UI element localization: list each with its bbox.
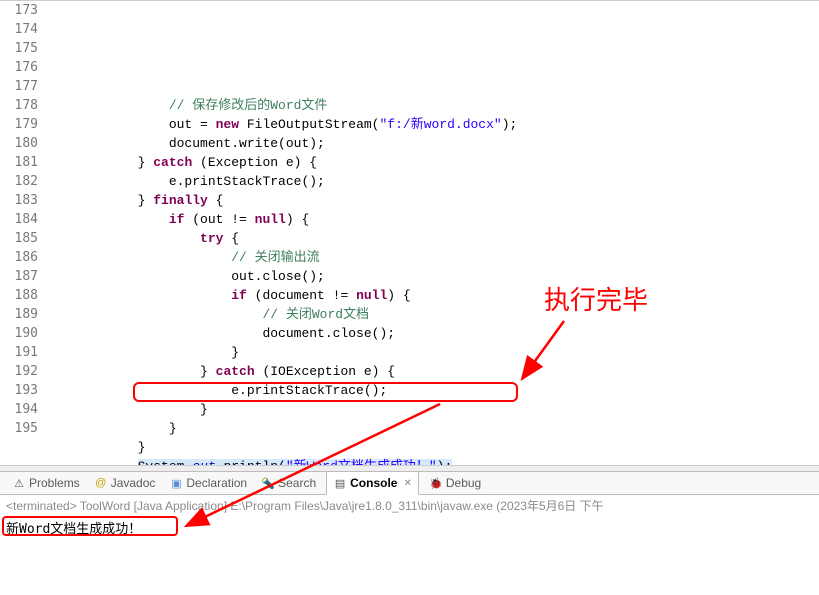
line-number: 193 <box>0 381 38 400</box>
debug-icon: 🐞 <box>429 476 443 490</box>
line-number: 174 <box>0 20 38 39</box>
code-line: if (document != null) { <box>44 286 819 305</box>
bottom-tabs-bar: ⚠ Problems @ Javadoc ▣ Declaration 🔦 Sea… <box>0 471 819 495</box>
line-number: 177 <box>0 77 38 96</box>
code-line: // 保存修改后的Word文件 <box>44 96 819 115</box>
line-number: 179 <box>0 115 38 134</box>
line-number: 191 <box>0 343 38 362</box>
tab-declaration[interactable]: ▣ Declaration <box>165 476 251 490</box>
line-number: 195 <box>0 419 38 438</box>
line-number: 173 <box>0 1 38 20</box>
declaration-icon: ▣ <box>169 476 183 490</box>
line-number: 184 <box>0 210 38 229</box>
code-line: } <box>44 438 819 457</box>
code-line: e.printStackTrace(); <box>44 172 819 191</box>
code-line: } <box>44 400 819 419</box>
tab-problems[interactable]: ⚠ Problems <box>8 476 84 490</box>
console-output[interactable]: 新Word文档生成成功！ <box>0 516 819 539</box>
line-number: 186 <box>0 248 38 267</box>
tab-label: Javadoc <box>111 476 156 490</box>
problems-icon: ⚠ <box>12 476 26 490</box>
tab-label: Console <box>350 476 397 490</box>
line-number-gutter: 1731741751761771781791801811821831841851… <box>0 1 44 465</box>
code-line: out.close(); <box>44 267 819 286</box>
line-number: 188 <box>0 286 38 305</box>
tab-console[interactable]: ▤ Console ✕ <box>326 471 419 495</box>
line-number: 190 <box>0 324 38 343</box>
code-line: document.close(); <box>44 324 819 343</box>
code-line: if (out != null) { <box>44 210 819 229</box>
line-number: 181 <box>0 153 38 172</box>
close-icon[interactable]: ✕ <box>403 478 411 489</box>
tab-javadoc[interactable]: @ Javadoc <box>90 476 160 490</box>
code-line: e.printStackTrace(); <box>44 381 819 400</box>
console-status-line: <terminated> ToolWord [Java Application]… <box>0 495 819 516</box>
console-icon: ▤ <box>333 476 347 490</box>
line-number: 187 <box>0 267 38 286</box>
line-number: 180 <box>0 134 38 153</box>
code-line: } finally { <box>44 191 819 210</box>
line-number: 175 <box>0 39 38 58</box>
line-number: 182 <box>0 172 38 191</box>
code-line: out = new FileOutputStream("f:/新word.doc… <box>44 115 819 134</box>
line-number: 183 <box>0 191 38 210</box>
code-text-area[interactable]: // 保存修改后的Word文件 out = new FileOutputStre… <box>44 1 819 465</box>
code-line: } <box>44 419 819 438</box>
line-number: 194 <box>0 400 38 419</box>
code-line: System.out.println("新Word文档生成成功！"); <box>44 457 819 465</box>
tab-label: Debug <box>446 476 481 490</box>
tab-search[interactable]: 🔦 Search <box>257 476 320 490</box>
code-line: try { <box>44 229 819 248</box>
line-number: 176 <box>0 58 38 77</box>
javadoc-icon: @ <box>94 476 108 490</box>
console-output-text: 新Word文档生成成功！ <box>6 522 141 537</box>
tab-label: Search <box>278 476 316 490</box>
code-line: } <box>44 343 819 362</box>
line-number: 185 <box>0 229 38 248</box>
line-number: 178 <box>0 96 38 115</box>
code-line: document.write(out); <box>44 134 819 153</box>
code-line: } catch (Exception e) { <box>44 153 819 172</box>
code-line: // 关闭输出流 <box>44 248 819 267</box>
code-line: // 关闭Word文档 <box>44 305 819 324</box>
line-number: 192 <box>0 362 38 381</box>
tab-label: Problems <box>29 476 80 490</box>
code-editor[interactable]: 1731741751761771781791801811821831841851… <box>0 0 819 465</box>
line-number: 189 <box>0 305 38 324</box>
tab-debug[interactable]: 🐞 Debug <box>425 476 485 490</box>
tab-label: Declaration <box>186 476 247 490</box>
code-line: } catch (IOException e) { <box>44 362 819 381</box>
search-icon: 🔦 <box>261 476 275 490</box>
